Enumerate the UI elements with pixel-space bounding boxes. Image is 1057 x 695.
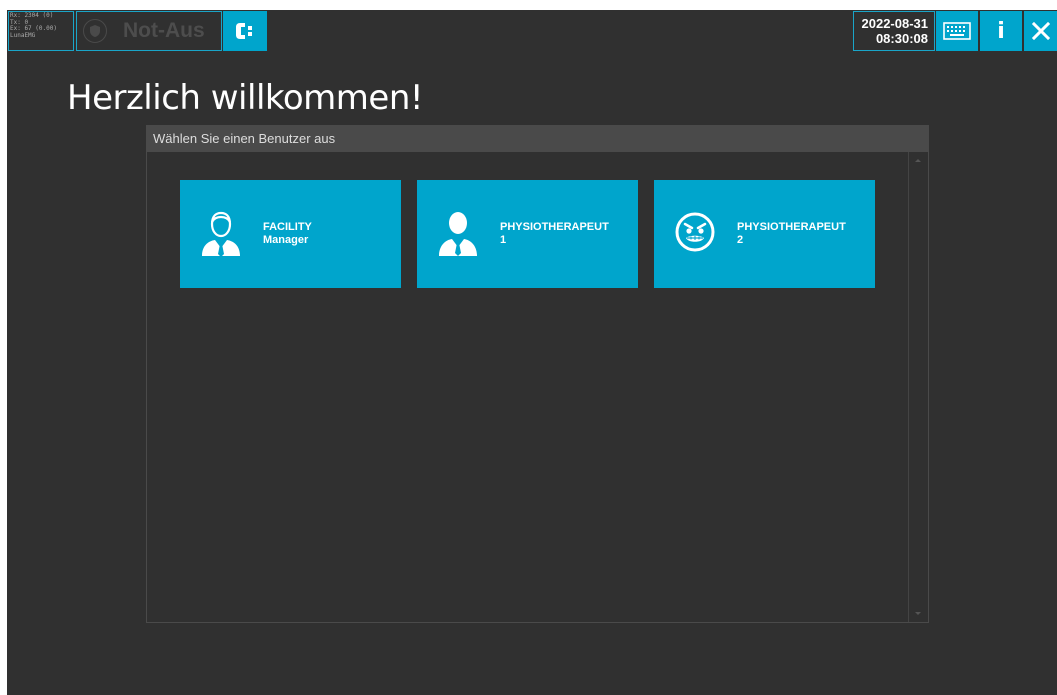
keyboard-button[interactable] xyxy=(936,11,978,51)
user-role: PHYSIOTHERAPEUT xyxy=(500,221,609,233)
emergency-stop-button[interactable]: Not-Aus xyxy=(76,11,222,51)
date-time-display: 2022-08-31 08:30:08 xyxy=(853,11,935,51)
user-tile-label: PHYSIOTHERAPEUT 2 xyxy=(737,221,846,247)
user-tile-label: PHYSIOTHERAPEUT 1 xyxy=(500,221,609,247)
close-button[interactable] xyxy=(1024,11,1057,51)
app-window: Rx: 2304 (0) Tx: 0 Ex: 67 (0.00) LunaEMG… xyxy=(7,10,1057,695)
info-icon: i xyxy=(997,18,1005,44)
connection-debug-info: Rx: 2304 (0) Tx: 0 Ex: 67 (0.00) LunaEMG xyxy=(8,11,74,51)
user-role: FACILITY xyxy=(263,221,312,233)
user-name: 2 xyxy=(737,234,744,246)
info-button[interactable]: i xyxy=(980,11,1022,51)
scroll-up-icon[interactable] xyxy=(915,159,921,162)
user-tile-facility-manager[interactable]: FACILITY Manager xyxy=(180,180,401,288)
page-title: Herzlich willkommen! xyxy=(67,78,424,118)
user-name: 1 xyxy=(500,234,507,246)
keyboard-icon xyxy=(943,22,971,40)
connection-icon xyxy=(236,23,252,39)
panel-scrollbar[interactable] xyxy=(908,152,928,622)
shield-icon xyxy=(83,19,107,43)
date-text: 2022-08-31 xyxy=(861,16,929,31)
user-avatar-icon xyxy=(439,212,477,256)
connection-button[interactable] xyxy=(223,11,267,51)
angry-face-icon xyxy=(675,212,715,252)
close-icon xyxy=(1031,22,1050,40)
emergency-stop-label: Not-Aus xyxy=(123,19,205,42)
user-tile-physiotherapeut-2[interactable]: PHYSIOTHERAPEUT 2 xyxy=(654,180,875,288)
user-role: PHYSIOTHERAPEUT xyxy=(737,221,846,233)
debug-line: LunaEMG xyxy=(10,31,36,39)
time-text: 08:30:08 xyxy=(875,31,928,46)
user-tile-physiotherapeut-1[interactable]: PHYSIOTHERAPEUT 1 xyxy=(417,180,638,288)
panel-title: Wählen Sie einen Benutzer aus xyxy=(147,126,928,152)
manager-avatar-icon xyxy=(202,211,240,257)
scroll-down-icon[interactable] xyxy=(915,612,921,615)
user-name: Manager xyxy=(263,234,309,246)
user-tile-label: FACILITY Manager xyxy=(263,221,312,247)
